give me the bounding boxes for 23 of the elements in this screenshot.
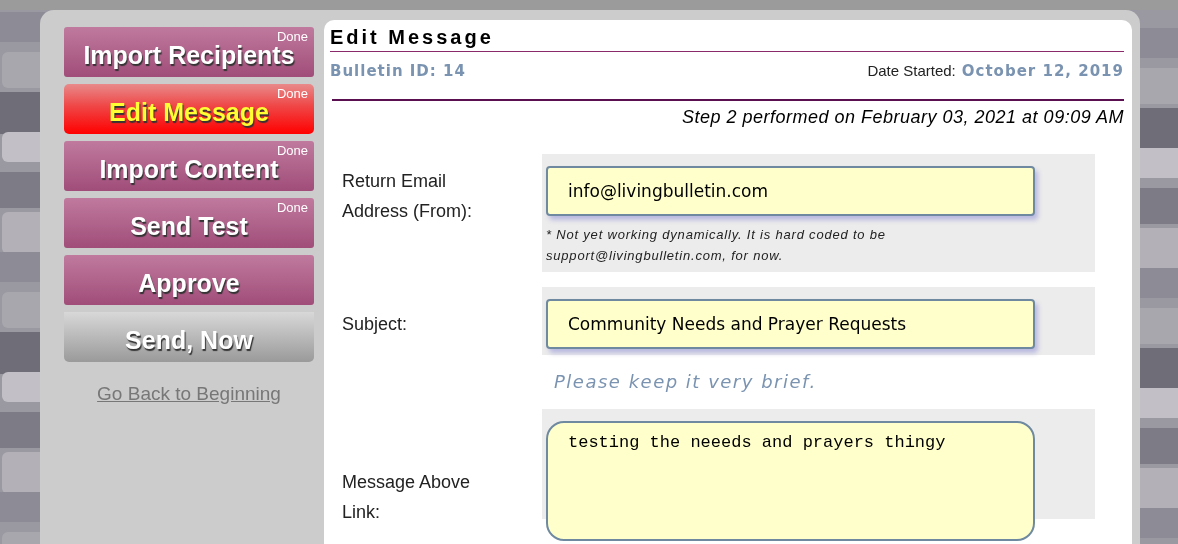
step-note: Step 2 performed on February 03, 2021 at 09:09 AM [332,99,1124,128]
message-field[interactable]: testing the neeeds and prayers thingy [546,421,1035,541]
step-button[interactable]: Send Test Done [64,198,314,248]
subject-field[interactable]: Community Needs and Prayer Requests [546,299,1035,349]
step-button[interactable]: Edit Message Done [64,84,314,134]
done-label: Done [276,29,308,44]
field-label: Message Above Link: [341,471,472,524]
panel-title: Edit Message [330,26,1124,52]
field-note: * Not yet working dynamically. It is hard coded to be support@livingbulletin.com, for now. [546,226,887,265]
done-label: Done [276,143,308,158]
done-label: Done [276,86,308,101]
subject-hint: Please keep it very brief. [554,371,818,392]
step-button[interactable]: Approve [64,255,314,305]
email-field[interactable]: info@livingbulletin.com [546,166,1035,216]
done-label: Done [276,200,308,215]
field-label: Return Email Address (From): [341,170,474,223]
date-started: October 12, 2019 [961,62,1124,80]
date-started-label: Date Started: [867,62,956,79]
step-button[interactable]: Import Content Done [64,141,314,191]
step-button[interactable]: Import Recipients Done [64,27,314,77]
bulletin-id: Bulletin ID: 14 [330,62,466,80]
back-link[interactable]: Go Back to Beginning [64,383,314,405]
field-label: Subject: [341,313,409,336]
